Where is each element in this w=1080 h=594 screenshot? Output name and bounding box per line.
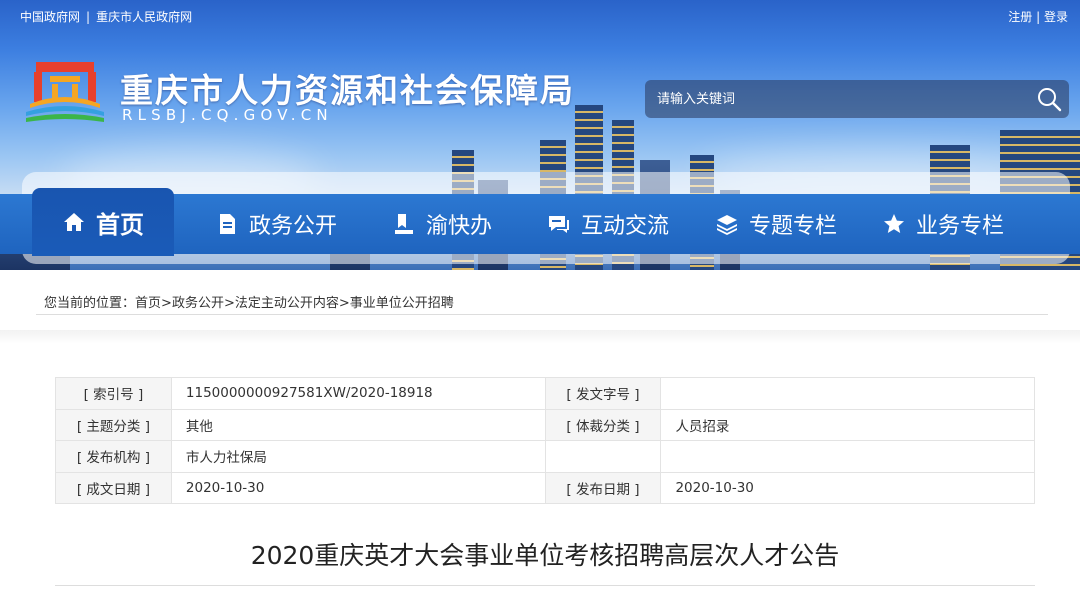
login-link[interactable]: 登录 (1044, 10, 1068, 24)
meta-value: 市人力社保局 (170, 440, 546, 473)
table-row: [ 发布机构 ] 市人力社保局 (55, 440, 1035, 473)
breadcrumb-item-statutory[interactable]: 法定主动公开内容 (235, 296, 339, 311)
meta-value: 11500000009275​81XW/2020-18918 (170, 377, 546, 410)
nav-item-topics[interactable]: 专题专栏 (715, 194, 837, 254)
municipal-emblem-icon[interactable] (22, 60, 108, 126)
table-row: [ 主题分类 ] 其他 [ 体裁分类 ] 人员招录 (55, 408, 1035, 441)
breadcrumb-separator: > (338, 296, 350, 311)
star-icon (884, 214, 904, 233)
breadcrumb-separator: > (161, 296, 172, 311)
breadcrumb-divider (36, 314, 1048, 315)
meta-label: [ 主题分类 ] (55, 408, 172, 441)
nav-item-business[interactable]: 业务专栏 (882, 194, 1004, 254)
link-central-gov[interactable]: 中国政府网 (20, 10, 80, 24)
search-icon[interactable] (1035, 85, 1063, 113)
meta-label: [ 发布机构 ] (55, 440, 172, 473)
meta-value: 人员招录 (660, 408, 1035, 441)
nav-item-label: 渝快办 (426, 214, 493, 239)
meta-empty-cell (660, 440, 1035, 473)
auth-separator: | (1036, 10, 1041, 24)
meta-value: 其他 (170, 408, 546, 441)
meta-label: [ 发布日期 ] (544, 471, 662, 504)
site-title[interactable]: 重庆市人力资源和社会保障局 (120, 64, 575, 112)
home-icon (64, 213, 84, 231)
breadcrumb-item-recruitment[interactable]: 事业单位公开招聘 (350, 296, 454, 311)
meta-label: [ 成文日期 ] (55, 471, 172, 504)
meta-label: [ 发文字号 ] (544, 377, 662, 410)
search-box (645, 80, 1069, 118)
table-row: [ 索引号 ] 11500000009275​81XW/2020-18918 [… (55, 377, 1035, 410)
meta-empty-cell (544, 440, 662, 473)
breadcrumb-prefix: 您当前的位置： (44, 296, 136, 311)
nav-item-label: 专题专栏 (749, 214, 838, 239)
nav-item-gov-affairs[interactable]: 政务公开 (215, 194, 337, 254)
nav-item-label: 业务专栏 (916, 214, 1005, 239)
nav-item-home[interactable]: 首页 (32, 188, 174, 256)
search-input[interactable] (657, 80, 1017, 118)
document-meta-table: [ 索引号 ] 11500000009275​81XW/2020-18918 [… (55, 377, 1035, 504)
site-domain: RLSBJ.CQ.GOV.CN (122, 106, 333, 124)
meta-value: 2020-10-30 (170, 471, 546, 504)
link-chongqing-gov[interactable]: 重庆市人民政府网 (96, 10, 192, 24)
register-link[interactable]: 注册 (1008, 10, 1032, 24)
meta-label: [ 索引号 ] (55, 377, 172, 410)
nav-item-label: 互动交流 (581, 214, 670, 239)
bookmark-icon (395, 214, 413, 234)
nav-item-label: 政务公开 (249, 214, 338, 239)
auth-links: 注册 | 登录 (1008, 8, 1068, 25)
breadcrumb-item-gov-affairs[interactable]: 政务公开 (172, 296, 224, 311)
document-icon (220, 214, 235, 234)
section-shadow (0, 330, 1080, 344)
layers-icon (717, 215, 737, 235)
nav-item-label: 首页 (96, 210, 144, 239)
breadcrumb-item-home[interactable]: 首页 (135, 296, 161, 311)
article-title: 2020重庆英才大会事业单位考核招聘高层次人才公告 (250, 541, 840, 570)
chat-icon (549, 216, 569, 233)
meta-value: 2020-10-30 (660, 471, 1035, 504)
top-link-separator: | (86, 10, 91, 24)
title-divider (55, 585, 1035, 586)
nav-item-yukuaiban[interactable]: 渝快办 (392, 194, 492, 254)
breadcrumb: 您当前的位置：首页>政务公开>法定主动公开内容>事业单位公开招聘 (44, 292, 454, 311)
breadcrumb-separator: > (223, 296, 235, 311)
meta-label: [ 体裁分类 ] (544, 408, 662, 441)
nav-item-interaction[interactable]: 互动交流 (547, 194, 669, 254)
meta-value (660, 377, 1035, 410)
top-links: 中国政府网 | 重庆市人民政府网 (20, 8, 198, 25)
table-row: [ 成文日期 ] 2020-10-30 [ 发布日期 ] 2020-10-30 (55, 471, 1035, 504)
